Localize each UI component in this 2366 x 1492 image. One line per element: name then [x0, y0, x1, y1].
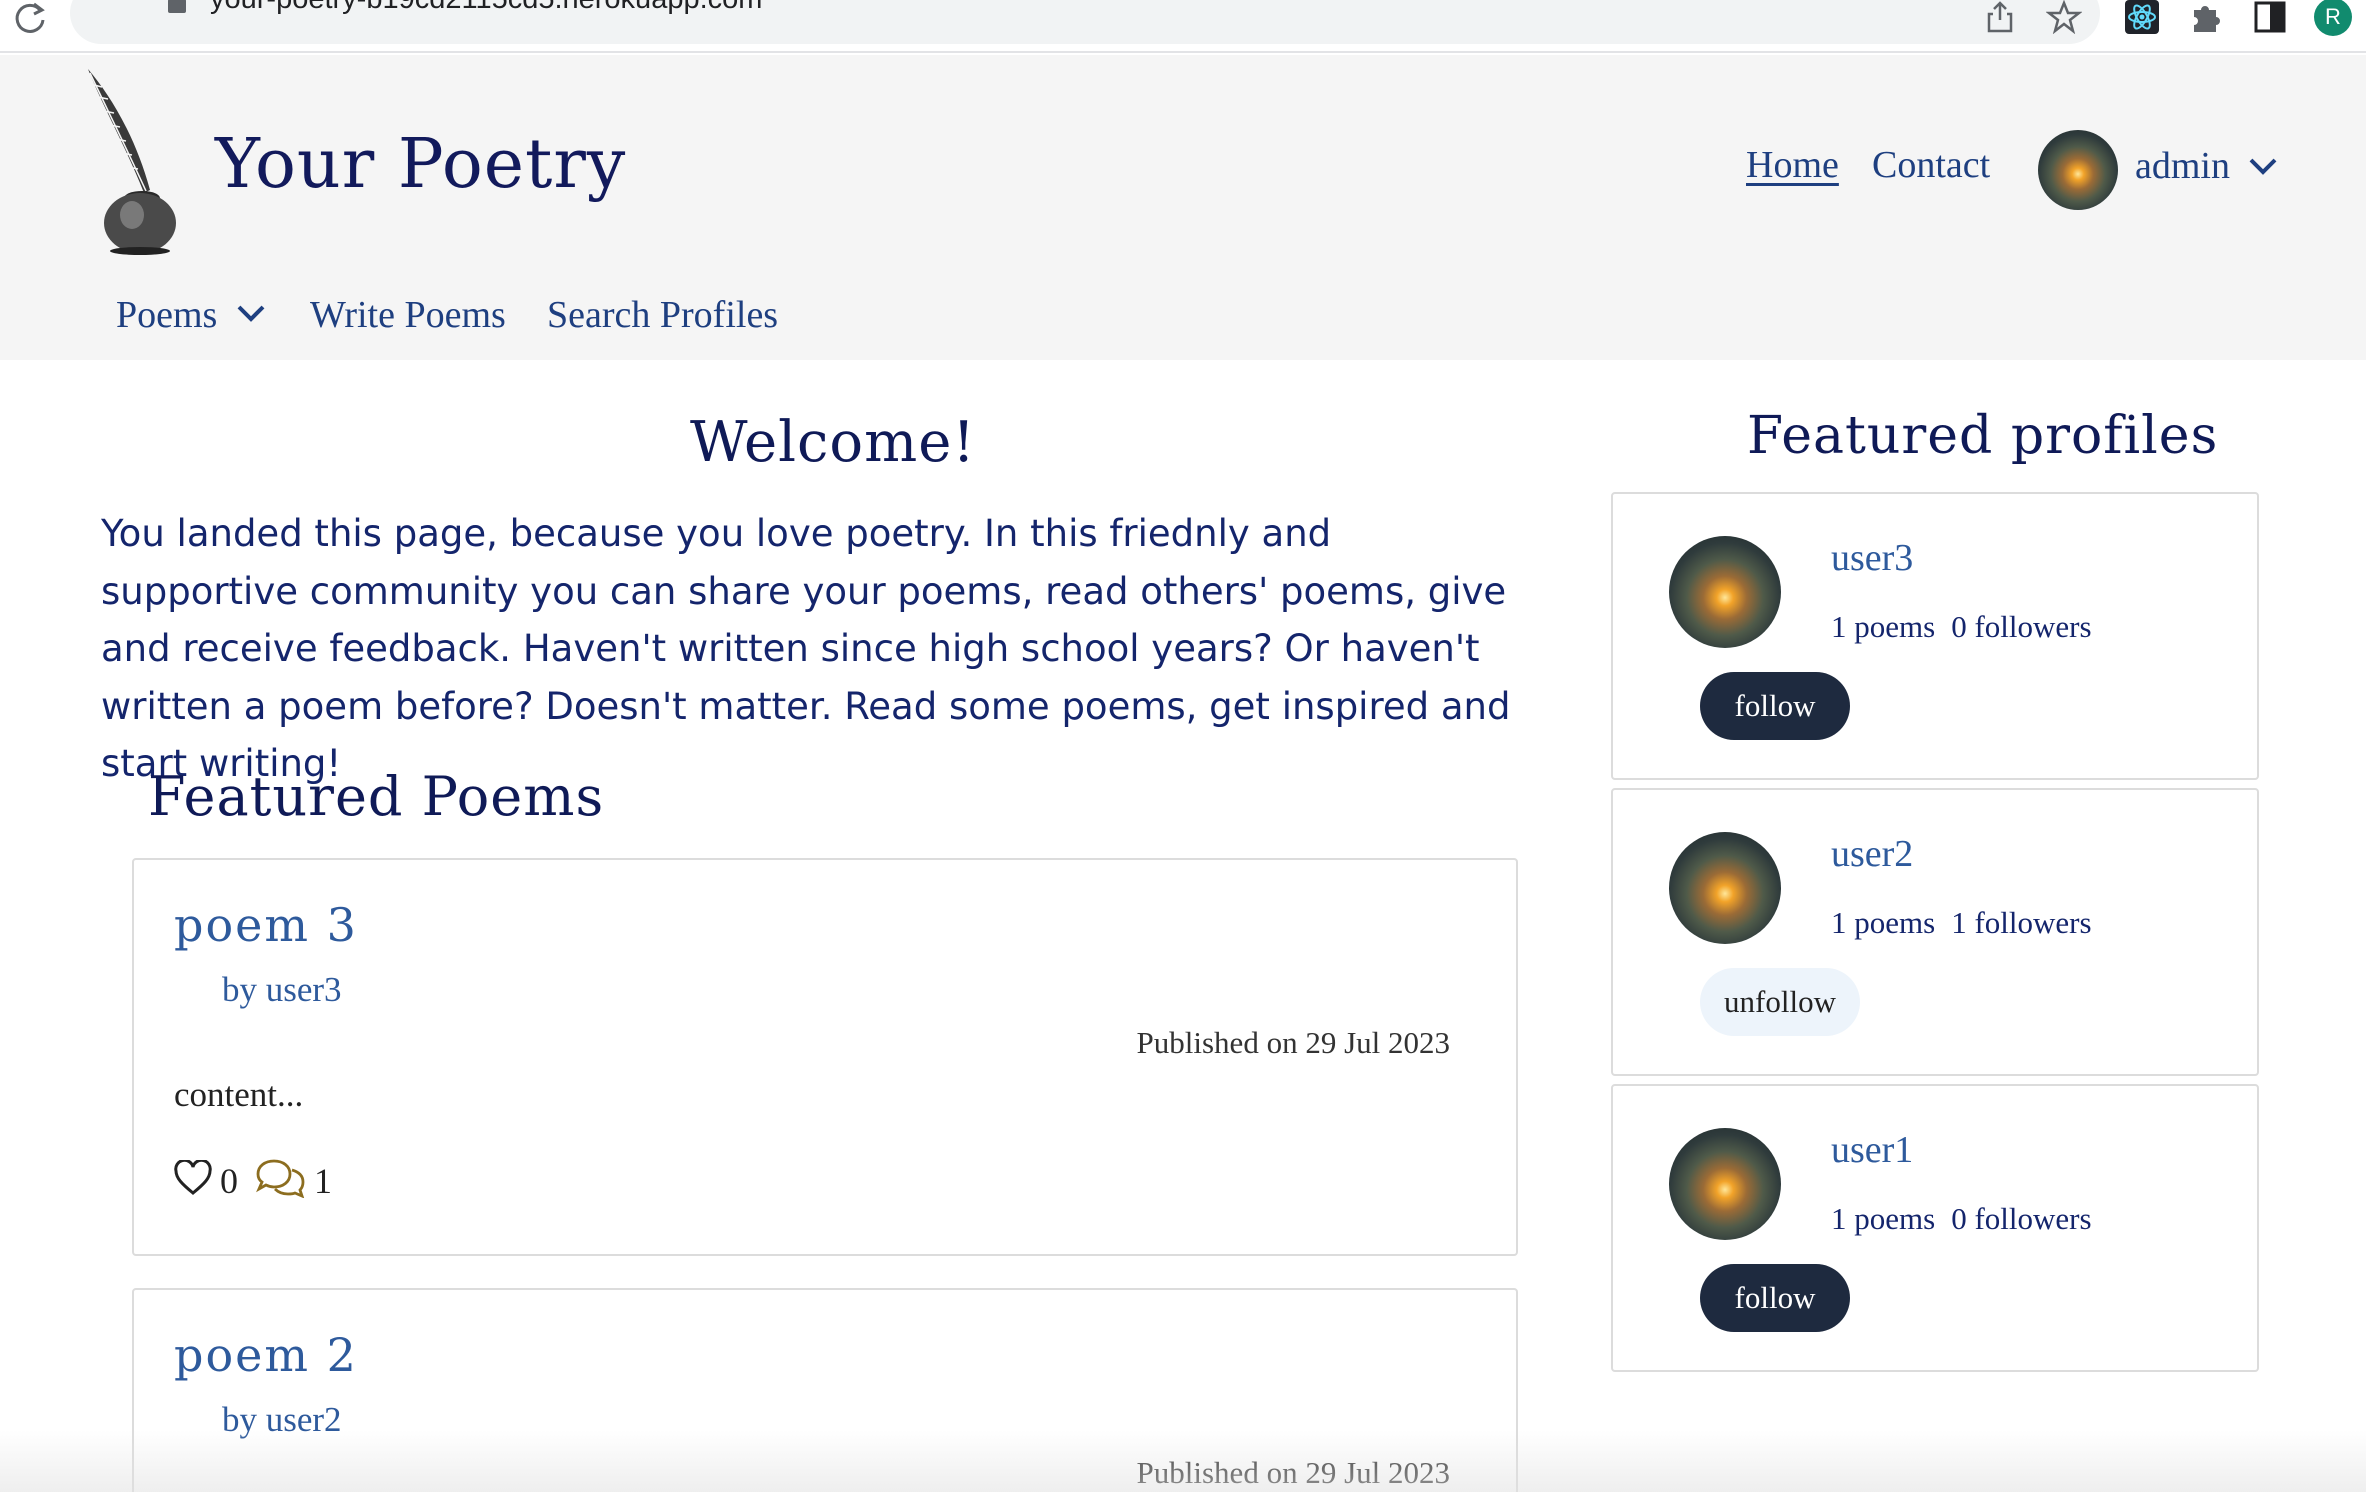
poem-card[interactable]: poem 2 by user2 Published on 29 Jul 2023	[132, 1288, 1518, 1492]
profile-stats: 1 poems 0 followers	[1831, 609, 2108, 645]
poem-card[interactable]: poem 3 by user3 Published on 29 Jul 2023…	[132, 858, 1518, 1256]
follow-button[interactable]: follow	[1700, 1264, 1850, 1332]
share-icon[interactable]	[1985, 0, 2015, 34]
profile-stats: 1 poems 1 followers	[1831, 905, 2108, 941]
nav-contact-link[interactable]: Contact	[1872, 143, 1990, 187]
heart-icon[interactable]	[174, 1160, 212, 1196]
featured-poems-heading: Featured Poems	[148, 765, 605, 828]
lock-icon	[168, 0, 186, 13]
profile-poem-count: 1 poems	[1831, 905, 1936, 940]
profile-name-link[interactable]: user3	[1831, 536, 1913, 580]
user-menu-name[interactable]: admin	[2135, 144, 2230, 188]
profile-card: user2 1 poems 1 followers unfollow	[1611, 788, 2259, 1076]
unfollow-button[interactable]: unfollow	[1700, 968, 1860, 1036]
profile-card: user3 1 poems 0 followers follow	[1611, 492, 2259, 780]
poem-published-date: Published on 29 Jul 2023	[1136, 1455, 1450, 1490]
browser-toolbar: your-poetry-b19cd2115cd5.herokuapp.com R	[0, 0, 2366, 53]
profile-name-link[interactable]: user1	[1831, 1128, 1913, 1172]
nav-write-poems-link[interactable]: Write Poems	[310, 293, 506, 337]
follow-button[interactable]: follow	[1700, 672, 1850, 740]
profile-poem-count: 1 poems	[1831, 609, 1936, 644]
profile-card: user1 1 poems 0 followers follow	[1611, 1084, 2259, 1372]
profile-poem-count: 1 poems	[1831, 1201, 1936, 1236]
quill-inkwell-logo-icon[interactable]	[80, 65, 190, 255]
profile-stats: 1 poems 0 followers	[1831, 1201, 2108, 1237]
bookmark-star-icon[interactable]	[2046, 0, 2082, 34]
poem-title[interactable]: poem 3	[174, 898, 358, 952]
welcome-heading: Welcome!	[690, 410, 976, 475]
profile-name-link[interactable]: user2	[1831, 832, 1913, 876]
profile-follower-count: 0 followers	[1951, 1201, 2092, 1236]
profile-avatar[interactable]	[1669, 536, 1781, 648]
browser-profile-avatar[interactable]: R	[2314, 0, 2352, 36]
extensions-puzzle-icon[interactable]	[2188, 0, 2224, 34]
reload-icon[interactable]	[12, 0, 48, 36]
intro-paragraph: You landed this page, because you love p…	[101, 512, 1511, 785]
poem-author-link[interactable]: by user2	[222, 1400, 342, 1440]
nav-home-link[interactable]: Home	[1746, 143, 1839, 187]
profile-avatar[interactable]	[1669, 832, 1781, 944]
poem-author-link[interactable]: by user3	[222, 970, 342, 1010]
comment-count: 1	[314, 1161, 332, 1201]
side-panel-icon[interactable]	[2252, 0, 2288, 34]
profile-follower-count: 0 followers	[1951, 609, 2092, 644]
like-count: 0	[220, 1161, 238, 1201]
poem-excerpt: content...	[174, 1075, 304, 1114]
chevron-down-icon[interactable]	[236, 303, 266, 323]
comments-icon[interactable]	[254, 1158, 306, 1198]
nav-poems-dropdown[interactable]: Poems	[116, 293, 217, 337]
poem-published-date: Published on 29 Jul 2023	[1136, 1025, 1450, 1060]
url-text: your-poetry-b19cd2115cd5.herokuapp.com	[210, 0, 762, 16]
site-brand-title[interactable]: Your Poetry	[215, 125, 626, 204]
profile-follower-count: 1 followers	[1951, 905, 2092, 940]
site-header: Your Poetry Home Contact admin Poems Wri…	[0, 55, 2366, 360]
nav-search-profiles-link[interactable]: Search Profiles	[547, 293, 778, 337]
featured-profiles-heading: Featured profiles	[1747, 406, 2219, 466]
profile-avatar[interactable]	[1669, 1128, 1781, 1240]
address-bar[interactable]: your-poetry-b19cd2115cd5.herokuapp.com	[70, 0, 2100, 44]
chevron-down-icon[interactable]	[2248, 156, 2278, 176]
poem-title[interactable]: poem 2	[174, 1328, 358, 1382]
user-avatar[interactable]	[2038, 130, 2118, 210]
react-devtools-icon[interactable]	[2124, 0, 2160, 34]
